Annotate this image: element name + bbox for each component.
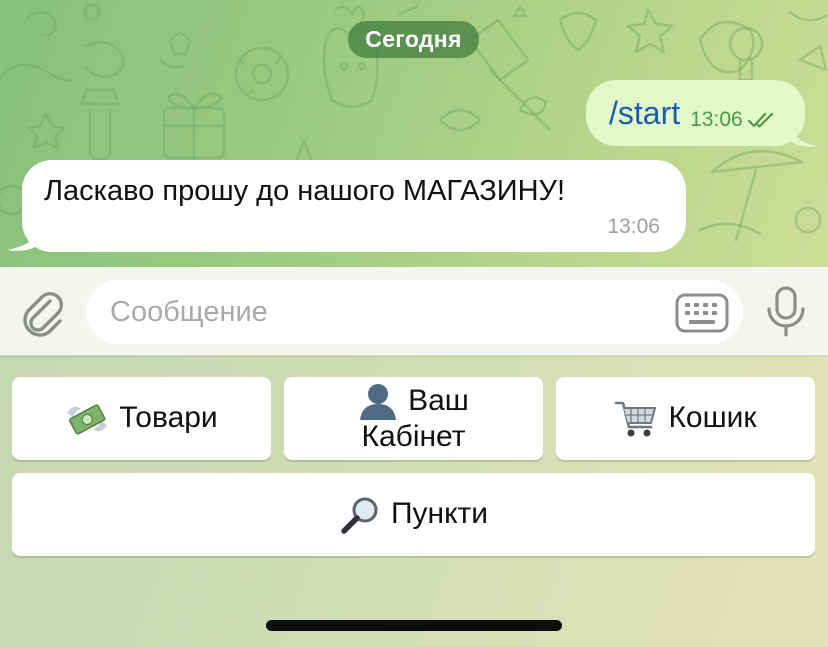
- message-time: 13:06: [690, 108, 743, 131]
- keyboard-button-label: Товари: [119, 401, 218, 435]
- keyboard-button-label-line: Ваш: [358, 382, 469, 421]
- message-input-bar: [0, 267, 828, 356]
- chat-area: Сегодня /start 13:06 Ласкаво прошу до на…: [0, 0, 828, 267]
- outgoing-message[interactable]: /start 13:06: [586, 80, 805, 146]
- keyboard-button-koshyk[interactable]: Кошик: [556, 377, 815, 460]
- keyboard-button-label-line: Кабінет: [361, 420, 466, 454]
- microphone-icon[interactable]: [764, 285, 808, 339]
- paperclip-icon[interactable]: [20, 287, 66, 337]
- keyboard-button-tovary[interactable]: Товари: [12, 377, 271, 460]
- bot-reply-keyboard: Товари Ваш Кабінет Кошик Пункти: [0, 357, 828, 647]
- message-time: 13:06: [607, 215, 660, 238]
- message-field[interactable]: [86, 280, 743, 344]
- keyboard-button-punkty[interactable]: Пункти: [12, 473, 815, 556]
- user-silhouette-icon: [358, 382, 398, 421]
- double-check-icon: [747, 112, 773, 128]
- message-text: /start: [609, 94, 681, 131]
- message-input[interactable]: [110, 280, 650, 344]
- home-indicator[interactable]: [266, 620, 562, 631]
- money-with-wings-icon: [65, 399, 109, 439]
- date-separator: Сегодня: [348, 21, 479, 58]
- keyboard-button-label: Пункти: [390, 497, 489, 531]
- message-meta: 13:06: [690, 108, 777, 132]
- keyboard-button-vash-kabinet[interactable]: Ваш Кабінет: [284, 377, 543, 460]
- magnifier-icon: [339, 495, 381, 535]
- keyboard-button-label: Кошик: [668, 401, 757, 435]
- message-text: Ласкаво прошу до нашого МАГАЗИНУ!: [44, 175, 565, 207]
- incoming-message[interactable]: Ласкаво прошу до нашого МАГАЗИНУ! 13:06: [22, 160, 686, 252]
- keyboard-icon[interactable]: [675, 293, 729, 333]
- shopping-cart-icon: [614, 399, 658, 439]
